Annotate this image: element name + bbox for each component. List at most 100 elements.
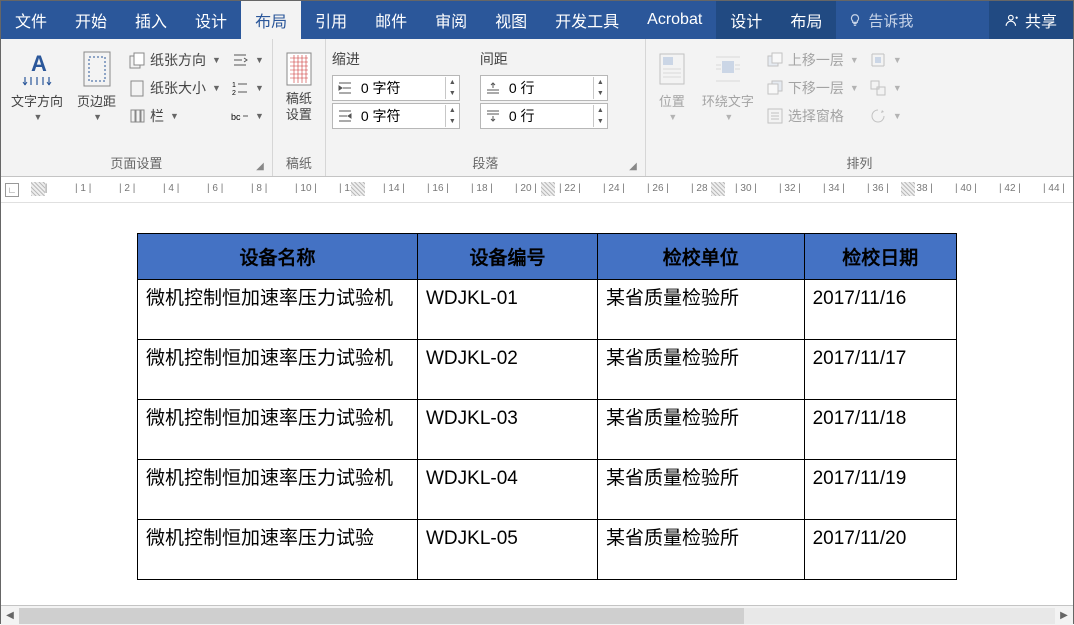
manuscript-settings-button[interactable]: 稿纸 设置 (279, 47, 319, 125)
rotate-button: ▼ (867, 103, 904, 129)
table-row[interactable]: 微机控制恒加速率压力试验机WDJKL-04某省质量检验所2017/11/19 (138, 460, 957, 520)
col-header[interactable]: 设备名称 (138, 234, 418, 280)
hyphenation-icon: bc (231, 107, 249, 125)
tab-home[interactable]: 开始 (61, 1, 121, 39)
table-cell[interactable]: 微机控制恒加速率压力试验机 (138, 280, 418, 340)
table-cell[interactable]: 微机控制恒加速率压力试验机 (138, 340, 418, 400)
tab-references[interactable]: 引用 (301, 1, 361, 39)
equipment-table[interactable]: 设备名称设备编号检校单位检校日期 微机控制恒加速率压力试验机WDJKL-01某省… (137, 233, 957, 580)
dialog-launcher-icon[interactable]: ◢ (256, 161, 264, 172)
tab-table-layout[interactable]: 布局 (776, 1, 836, 39)
col-header[interactable]: 检校日期 (804, 234, 956, 280)
person-icon (1005, 13, 1019, 27)
table-cell[interactable]: WDJKL-03 (418, 400, 598, 460)
tab-acrobat[interactable]: Acrobat (633, 1, 716, 39)
spin-down[interactable]: ▼ (594, 116, 607, 127)
space-before-input[interactable]: 0 行 ▲▼ (480, 75, 608, 101)
table-cell[interactable]: WDJKL-01 (418, 280, 598, 340)
dropdown-icon: ▼ (93, 112, 102, 122)
table-cell[interactable]: 2017/11/20 (804, 520, 956, 580)
spin-up[interactable]: ▲ (594, 105, 607, 116)
table-cell[interactable]: 某省质量检验所 (598, 280, 805, 340)
line-numbers-button[interactable]: 12▼ (229, 75, 266, 101)
table-row[interactable]: 微机控制恒加速率压力试验WDJKL-05某省质量检验所2017/11/20 (138, 520, 957, 580)
size-icon (128, 79, 146, 97)
manuscript-group-label: 稿纸 (279, 151, 319, 176)
align-button: ▼ (867, 47, 904, 73)
breaks-button[interactable]: ▼ (229, 47, 266, 73)
scroll-right-icon[interactable]: ▶ (1055, 610, 1073, 621)
tab-insert[interactable]: 插入 (121, 1, 181, 39)
spin-down[interactable]: ▼ (594, 88, 607, 99)
group-objects-button: ▼ (867, 75, 904, 101)
tab-table-design[interactable]: 设计 (716, 1, 776, 39)
tab-review[interactable]: 审阅 (421, 1, 481, 39)
page: 设备名称设备编号检校单位检校日期 微机控制恒加速率压力试验机WDJKL-01某省… (57, 203, 1017, 580)
col-header[interactable]: 设备编号 (418, 234, 598, 280)
table-cell[interactable]: 微机控制恒加速率压力试验 (138, 520, 418, 580)
margins-button[interactable]: 页边距 ▼ (73, 47, 120, 124)
space-after-value: 0 行 (505, 106, 593, 126)
table-cell[interactable]: 微机控制恒加速率压力试验机 (138, 460, 418, 520)
table-cell[interactable]: 2017/11/19 (804, 460, 956, 520)
scroll-thumb[interactable] (19, 608, 744, 624)
indent-right-input[interactable]: 0 字符 ▲▼ (332, 103, 460, 129)
table-cell[interactable]: 2017/11/18 (804, 400, 956, 460)
tab-design[interactable]: 设计 (181, 1, 241, 39)
hyphenation-button[interactable]: bc▼ (229, 103, 266, 129)
tab-mailings[interactable]: 邮件 (361, 1, 421, 39)
table-cell[interactable]: 微机控制恒加速率压力试验机 (138, 400, 418, 460)
table-cell[interactable]: WDJKL-04 (418, 460, 598, 520)
tab-layout[interactable]: 布局 (241, 1, 301, 39)
spin-up[interactable]: ▲ (446, 105, 459, 116)
table-cell[interactable]: 某省质量检验所 (598, 400, 805, 460)
spin-up[interactable]: ▲ (446, 77, 459, 88)
text-direction-button[interactable]: A 文字方向 ▼ (7, 47, 67, 124)
table-cell[interactable]: 某省质量检验所 (598, 460, 805, 520)
spin-up[interactable]: ▲ (594, 77, 607, 88)
table-cell[interactable]: 2017/11/16 (804, 280, 956, 340)
scroll-left-icon[interactable]: ◀ (1, 610, 19, 621)
tab-devtools[interactable]: 开发工具 (541, 1, 633, 39)
tell-me-label: 告诉我 (868, 10, 913, 31)
dialog-launcher-icon[interactable]: ◢ (629, 161, 637, 172)
svg-text:A: A (31, 51, 47, 76)
spin-down[interactable]: ▼ (446, 116, 459, 127)
table-row[interactable]: 微机控制恒加速率压力试验机WDJKL-03某省质量检验所2017/11/18 (138, 400, 957, 460)
margins-label: 页边距 (77, 91, 116, 110)
tell-me-search[interactable]: 告诉我 (836, 1, 925, 39)
share-button[interactable]: 共享 (989, 1, 1073, 39)
paper-size-button[interactable]: 纸张大小▼ (126, 75, 223, 101)
columns-button[interactable]: 栏▼ (126, 103, 223, 129)
table-row[interactable]: 微机控制恒加速率压力试验机WDJKL-02某省质量检验所2017/11/17 (138, 340, 957, 400)
share-label: 共享 (1025, 8, 1057, 32)
margins-icon (81, 49, 113, 89)
tab-view[interactable]: 视图 (481, 1, 541, 39)
table-cell[interactable]: 某省质量检验所 (598, 520, 805, 580)
spin-down[interactable]: ▼ (446, 88, 459, 99)
wrap-icon (712, 49, 744, 89)
svg-text:bc: bc (231, 112, 241, 122)
table-cell[interactable]: 某省质量检验所 (598, 340, 805, 400)
tab-file[interactable]: 文件 (1, 1, 61, 39)
document-area[interactable]: 设备名称设备编号检校单位检校日期 微机控制恒加速率压力试验机WDJKL-01某省… (1, 203, 1073, 605)
indent-title: 缩进 (332, 47, 460, 73)
columns-icon (128, 107, 146, 125)
table-cell[interactable]: WDJKL-02 (418, 340, 598, 400)
bring-forward-button: 上移一层▼ (764, 47, 861, 73)
columns-label: 栏 (150, 106, 164, 126)
space-after-input[interactable]: 0 行 ▲▼ (480, 103, 608, 129)
horizontal-scrollbar[interactable]: ◀ ▶ (1, 605, 1073, 625)
horizontal-ruler[interactable]: ∟ | 2 || 1 || 2 || 4 || 6 || 8 || 10 || … (1, 177, 1073, 203)
table-row[interactable]: 微机控制恒加速率压力试验机WDJKL-01某省质量检验所2017/11/16 (138, 280, 957, 340)
wrap-text-button: 环绕文字▼ (698, 47, 758, 124)
position-button: 位置▼ (652, 47, 692, 124)
table-cell[interactable]: 2017/11/17 (804, 340, 956, 400)
text-direction-label: 文字方向 (11, 91, 63, 110)
tab-selector[interactable]: ∟ (5, 183, 19, 197)
ribbon: A 文字方向 ▼ 页边距 ▼ 纸张方向▼ 纸张大小▼ (1, 39, 1073, 177)
table-cell[interactable]: WDJKL-05 (418, 520, 598, 580)
orientation-button[interactable]: 纸张方向▼ (126, 47, 223, 73)
col-header[interactable]: 检校单位 (598, 234, 805, 280)
indent-left-input[interactable]: 0 字符 ▲▼ (332, 75, 460, 101)
